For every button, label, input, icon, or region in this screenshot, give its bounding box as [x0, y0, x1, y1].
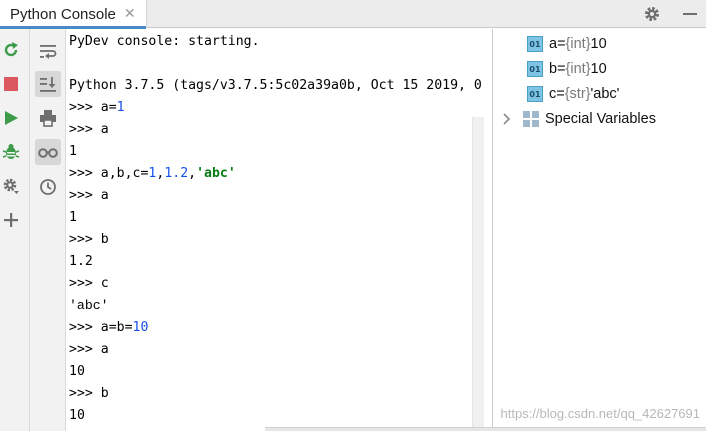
output-text: Python 3.7.5 (tags/v3.7.5:5c02a39a0b, Oc…: [69, 78, 482, 93]
equals-sign: =: [557, 36, 566, 52]
add-icon[interactable]: [0, 209, 22, 231]
code-token: b: [100, 232, 109, 247]
console-prompt: >>>: [69, 166, 101, 181]
variable-row-b[interactable]: 01 b = {int} 10: [527, 57, 607, 81]
variable-name: c: [549, 86, 557, 102]
variable-type: {int}: [565, 36, 591, 52]
console-prompt: >>>: [69, 188, 101, 203]
tab-title: Python Console: [10, 5, 116, 23]
code-token: c: [100, 276, 109, 291]
console-prompt: >>>: [69, 276, 101, 291]
tool-window-header: Python Console ✕: [0, 0, 706, 29]
console-prompt: >>>: [69, 122, 101, 137]
variable-row-c[interactable]: 01 c = {str} 'abc': [527, 82, 619, 106]
output-text: PyDev console: starting.: [69, 34, 260, 49]
console-output-line: 'abc': [69, 295, 109, 317]
variables-panel: 01 a = {int} 10 01 b = {int} 10 01 c = {str} …: [492, 29, 706, 431]
badge-text: 01: [529, 89, 541, 99]
variable-type: {int}: [565, 61, 591, 77]
console-scrollbar[interactable]: [472, 117, 484, 431]
soft-wrap-icon[interactable]: [35, 38, 61, 64]
variable-type: {str}: [564, 86, 591, 102]
code-token: a=b=: [100, 320, 133, 335]
rerun-icon[interactable]: [0, 39, 22, 61]
tab-python-console[interactable]: Python Console ✕: [0, 0, 147, 29]
gear-icon[interactable]: [642, 4, 662, 24]
badge-text: 01: [529, 39, 541, 49]
console-output-line: PyDev console: starting.: [69, 31, 260, 53]
special-variables-node[interactable]: Special Variables: [499, 107, 656, 131]
console-view-toolbar: [30, 29, 66, 431]
equals-sign: =: [557, 61, 566, 77]
debug-bug-icon[interactable]: [0, 141, 22, 163]
history-icon[interactable]: [35, 174, 61, 200]
print-icon[interactable]: [35, 105, 61, 131]
output-text: 'abc': [69, 298, 109, 313]
console-input-line: >>> a: [69, 119, 109, 141]
console-output-line: Python 3.7.5 (tags/v3.7.5:5c02a39a0b, Oc…: [69, 75, 482, 97]
console-input-line: >>> a: [69, 185, 109, 207]
code-token: 10: [132, 320, 149, 335]
run-icon[interactable]: [0, 107, 22, 129]
console-input-line: >>> a=b=10: [69, 317, 148, 339]
output-text: 10: [69, 364, 85, 379]
console-output-line: 1.2: [69, 251, 93, 273]
special-variables-icon: [523, 111, 539, 127]
code-token: a,b,c=: [100, 166, 149, 181]
stop-icon[interactable]: [0, 73, 22, 95]
equals-sign: =: [556, 86, 565, 102]
console-input-line: >>> b: [69, 229, 109, 251]
code-token: 'abc': [196, 166, 236, 181]
console-output-line: 1: [69, 141, 77, 163]
code-token: a: [100, 188, 109, 203]
console-prompt: >>>: [69, 232, 101, 247]
output-text: 1: [69, 210, 77, 225]
output-text: 1.2: [69, 254, 93, 269]
variable-value: 10: [590, 36, 607, 52]
output-text: 1: [69, 144, 77, 159]
special-variables-label: Special Variables: [545, 111, 656, 127]
console-output-line: 10: [69, 405, 85, 427]
close-icon[interactable]: ✕: [124, 7, 136, 21]
code-token: 1: [116, 100, 125, 115]
code-token: 1.2: [164, 166, 189, 181]
show-variables-icon[interactable]: [35, 139, 61, 165]
console-output-line: 1: [69, 207, 77, 229]
variable-name: b: [549, 61, 558, 77]
console-prompt: >>>: [69, 100, 101, 115]
console-input-line: >>> b: [69, 383, 109, 405]
console-output[interactable]: PyDev console: starting. Python 3.7.5 (ta…: [66, 29, 484, 431]
code-token: a=: [100, 100, 117, 115]
console-prompt: >>>: [69, 386, 101, 401]
variable-name: a: [549, 36, 558, 52]
chevron-right-icon[interactable]: [499, 111, 515, 127]
primitive-type-icon: 01: [527, 61, 543, 77]
settings-gear-icon[interactable]: [0, 175, 22, 197]
primitive-type-icon: 01: [527, 86, 543, 102]
console-actions-toolbar: [0, 29, 30, 431]
console-input-line: >>> a: [69, 339, 109, 361]
console-prompt: >>>: [69, 320, 101, 335]
code-token: a: [100, 342, 109, 357]
horizontal-scrollbar[interactable]: [265, 427, 706, 431]
code-token: a: [100, 122, 109, 137]
console-input-line: >>> a=1: [69, 97, 125, 119]
variable-row-a[interactable]: 01 a = {int} 10: [527, 32, 607, 56]
minimize-icon[interactable]: [680, 4, 700, 24]
console-input-line: >>> a,b,c=1,1.2,'abc': [69, 163, 236, 185]
variable-value: 10: [590, 61, 607, 77]
code-token: ,: [188, 166, 197, 181]
console-prompt: >>>: [69, 342, 101, 357]
badge-text: 01: [529, 64, 541, 74]
primitive-type-icon: 01: [527, 36, 543, 52]
console-input-line: >>> c: [69, 273, 109, 295]
output-text: 10: [69, 408, 85, 423]
window-actions: [642, 0, 700, 28]
watermark: https://blog.csdn.net/qq_42627691: [500, 406, 701, 421]
scroll-to-end-icon[interactable]: [35, 71, 61, 97]
code-token: b: [100, 386, 109, 401]
variable-value: 'abc': [590, 86, 620, 102]
console-output-line: 10: [69, 361, 85, 383]
